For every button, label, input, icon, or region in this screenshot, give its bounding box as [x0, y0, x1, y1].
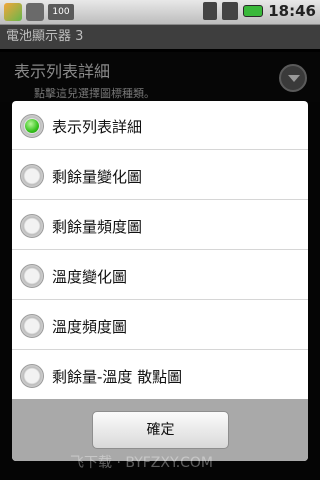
preference-title: 表示列表詳細: [14, 62, 111, 81]
watermark: 飞下载 · BYFZXY.COM: [70, 455, 214, 471]
option-remaining-change[interactable]: 剩餘量變化圖: [12, 151, 308, 200]
ok-button[interactable]: 確定: [92, 411, 229, 449]
radio-icon[interactable]: [20, 314, 44, 338]
status-bar: 100 18:46: [0, 0, 320, 25]
battery-level-icon: 100: [48, 4, 74, 20]
radio-icon[interactable]: [20, 264, 44, 288]
status-right: 18:46: [203, 2, 316, 20]
android-icon: [26, 3, 44, 21]
option-remaining-frequency[interactable]: 剩餘量頻度圖: [12, 201, 308, 250]
chevron-down-icon[interactable]: [279, 64, 307, 92]
app-icon: [4, 3, 22, 21]
option-label: 剩餘量-溫度 散點圖: [52, 368, 183, 386]
option-label: 溫度頻度圖: [52, 318, 128, 336]
option-list-detail[interactable]: 表示列表詳細: [12, 101, 308, 150]
radio-icon[interactable]: [20, 164, 44, 188]
app-title: 電池顯示器 3: [0, 25, 320, 49]
option-remaining-temperature-scatter[interactable]: 剩餘量-溫度 散點圖: [12, 351, 308, 400]
option-label: 剩餘量變化圖: [52, 168, 143, 186]
battery-icon: [243, 5, 264, 17]
option-label: 剩餘量頻度圖: [52, 218, 143, 236]
preference-summary: 點擊這兒選擇圖標種類。: [34, 87, 155, 100]
wifi-icon: [203, 2, 218, 20]
radio-checked-icon[interactable]: [20, 114, 44, 138]
status-left: 100: [4, 3, 74, 21]
option-label: 表示列表詳細: [52, 118, 143, 136]
option-temperature-frequency[interactable]: 溫度頻度圖: [12, 301, 308, 350]
option-label: 溫度變化圖: [52, 268, 128, 286]
radio-icon[interactable]: [20, 214, 44, 238]
signal-icon: [222, 2, 239, 20]
clock: 18:46: [268, 2, 316, 20]
preference-row[interactable]: 表示列表詳細 點擊這兒選擇圖標種類。: [0, 52, 320, 102]
radio-icon[interactable]: [20, 364, 44, 388]
option-temperature-change[interactable]: 溫度變化圖: [12, 251, 308, 300]
chart-type-dialog: 表示列表詳細 剩餘量變化圖 剩餘量頻度圖 溫度變化圖 溫度頻度圖 剩餘量-溫度 …: [12, 101, 308, 461]
